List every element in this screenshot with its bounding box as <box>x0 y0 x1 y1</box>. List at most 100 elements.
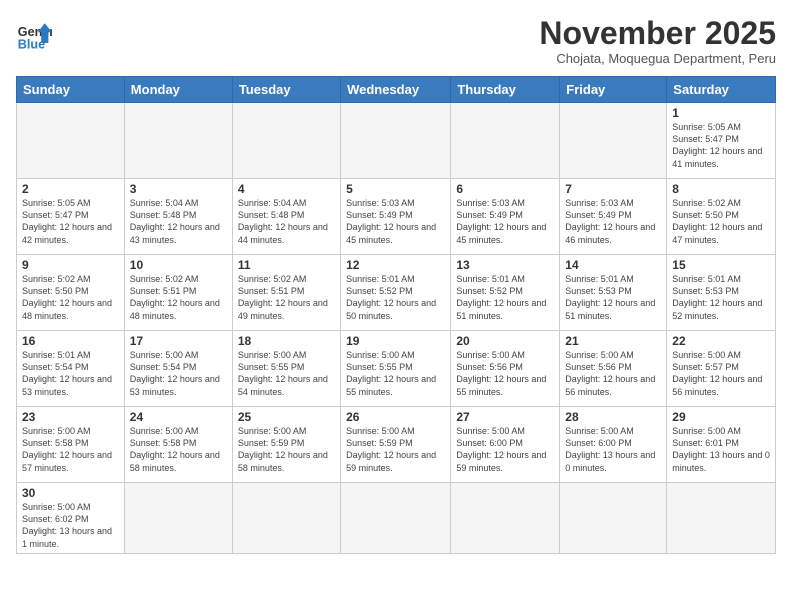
calendar-cell: 18Sunrise: 5:00 AM Sunset: 5:55 PM Dayli… <box>232 331 340 407</box>
calendar-cell: 29Sunrise: 5:00 AM Sunset: 6:01 PM Dayli… <box>667 407 776 483</box>
day-number: 3 <box>130 182 227 196</box>
day-info: Sunrise: 5:00 AM Sunset: 5:57 PM Dayligh… <box>672 349 770 398</box>
day-info: Sunrise: 5:00 AM Sunset: 6:00 PM Dayligh… <box>565 425 661 474</box>
calendar-cell <box>124 483 232 554</box>
calendar-cell: 17Sunrise: 5:00 AM Sunset: 5:54 PM Dayli… <box>124 331 232 407</box>
calendar-week-4: 23 Sunrise: 5:00 AM Sunset: 5:58 PM Dayli… <box>17 407 776 483</box>
calendar-cell: 22Sunrise: 5:00 AM Sunset: 5:57 PM Dayli… <box>667 331 776 407</box>
calendar-cell <box>232 483 340 554</box>
day-info: Sunrise: 5:01 AM Sunset: 5:52 PM Dayligh… <box>456 273 554 322</box>
day-info: Sunrise: 5:02 AM Sunset: 5:50 PM Dayligh… <box>22 273 119 322</box>
day-number: 11 <box>238 258 335 272</box>
day-info: Sunrise: 5:01 AM Sunset: 5:53 PM Dayligh… <box>672 273 770 322</box>
day-number: 21 <box>565 334 661 348</box>
calendar-cell: 15Sunrise: 5:01 AM Sunset: 5:53 PM Dayli… <box>667 255 776 331</box>
day-number: 26 <box>346 410 445 424</box>
calendar-week-5: 30Sunrise: 5:00 AM Sunset: 6:02 PM Dayli… <box>17 483 776 554</box>
day-number: 29 <box>672 410 770 424</box>
calendar-week-0: 1Sunrise: 5:05 AM Sunset: 5:47 PM Daylig… <box>17 103 776 179</box>
day-info: Sunrise: 5:00 AM Sunset: 5:59 PM Dayligh… <box>238 425 335 474</box>
calendar-header-row: SundayMondayTuesdayWednesdayThursdayFrid… <box>17 77 776 103</box>
day-number: 22 <box>672 334 770 348</box>
calendar-cell: 3Sunrise: 5:04 AM Sunset: 5:48 PM Daylig… <box>124 179 232 255</box>
day-info: Sunrise: 5:00 AM Sunset: 5:56 PM Dayligh… <box>565 349 661 398</box>
day-number: 2 <box>22 182 119 196</box>
calendar-cell: 25Sunrise: 5:00 AM Sunset: 5:59 PM Dayli… <box>232 407 340 483</box>
calendar-cell: 6Sunrise: 5:03 AM Sunset: 5:49 PM Daylig… <box>451 179 560 255</box>
calendar-cell: 28Sunrise: 5:00 AM Sunset: 6:00 PM Dayli… <box>560 407 667 483</box>
day-info: Sunrise: 5:01 AM Sunset: 5:53 PM Dayligh… <box>565 273 661 322</box>
day-number: 4 <box>238 182 335 196</box>
calendar-cell <box>451 103 560 179</box>
day-number: 15 <box>672 258 770 272</box>
calendar-cell: 19Sunrise: 5:00 AM Sunset: 5:55 PM Dayli… <box>341 331 451 407</box>
day-number: 23 <box>22 410 119 424</box>
day-number: 24 <box>130 410 227 424</box>
calendar-cell: 16Sunrise: 5:01 AM Sunset: 5:54 PM Dayli… <box>17 331 125 407</box>
day-info: Sunrise: 5:02 AM Sunset: 5:50 PM Dayligh… <box>672 197 770 246</box>
calendar-cell: 10Sunrise: 5:02 AM Sunset: 5:51 PM Dayli… <box>124 255 232 331</box>
day-info: Sunrise: 5:03 AM Sunset: 5:49 PM Dayligh… <box>565 197 661 246</box>
calendar-cell <box>560 483 667 554</box>
calendar-cell: 26Sunrise: 5:00 AM Sunset: 5:59 PM Dayli… <box>341 407 451 483</box>
calendar-cell: 12Sunrise: 5:01 AM Sunset: 5:52 PM Dayli… <box>341 255 451 331</box>
day-number: 12 <box>346 258 445 272</box>
day-info: Sunrise: 5:00 AM Sunset: 5:55 PM Dayligh… <box>346 349 445 398</box>
calendar-cell: 27Sunrise: 5:00 AM Sunset: 6:00 PM Dayli… <box>451 407 560 483</box>
calendar-cell: 23Sunrise: 5:00 AM Sunset: 5:58 PM Dayli… <box>17 407 125 483</box>
calendar-cell: 8Sunrise: 5:02 AM Sunset: 5:50 PM Daylig… <box>667 179 776 255</box>
day-number: 9 <box>22 258 119 272</box>
calendar-cell: 11Sunrise: 5:02 AM Sunset: 5:51 PM Dayli… <box>232 255 340 331</box>
day-header-friday: Friday <box>560 77 667 103</box>
calendar-cell <box>232 103 340 179</box>
calendar-cell <box>560 103 667 179</box>
day-info: Sunrise: 5:00 AM Sunset: 5:55 PM Dayligh… <box>238 349 335 398</box>
calendar-cell: 13Sunrise: 5:01 AM Sunset: 5:52 PM Dayli… <box>451 255 560 331</box>
logo: General Blue <box>16 16 52 52</box>
day-number: 13 <box>456 258 554 272</box>
day-number: 16 <box>22 334 119 348</box>
calendar-cell: 20Sunrise: 5:00 AM Sunset: 5:56 PM Dayli… <box>451 331 560 407</box>
calendar-cell <box>17 103 125 179</box>
calendar-cell <box>667 483 776 554</box>
day-number: 19 <box>346 334 445 348</box>
day-info: Sunrise: 5:05 AM Sunset: 5:47 PM Dayligh… <box>672 121 770 170</box>
day-info: Sunrise: 5:00 AM Sunset: 5:58 PM Dayligh… <box>130 425 227 474</box>
calendar-cell <box>341 103 451 179</box>
calendar-cell: 14Sunrise: 5:01 AM Sunset: 5:53 PM Dayli… <box>560 255 667 331</box>
day-info: Sunrise: 5:04 AM Sunset: 5:48 PM Dayligh… <box>130 197 227 246</box>
day-info: Sunrise: 5:03 AM Sunset: 5:49 PM Dayligh… <box>346 197 445 246</box>
day-number: 5 <box>346 182 445 196</box>
calendar-cell: 30Sunrise: 5:00 AM Sunset: 6:02 PM Dayli… <box>17 483 125 554</box>
day-info: Sunrise: 5:00 AM Sunset: 6:02 PM Dayligh… <box>22 501 119 550</box>
day-number: 25 <box>238 410 335 424</box>
day-info: Sunrise: 5:03 AM Sunset: 5:49 PM Dayligh… <box>456 197 554 246</box>
month-title: November 2025 <box>539 16 776 51</box>
calendar-cell: 7Sunrise: 5:03 AM Sunset: 5:49 PM Daylig… <box>560 179 667 255</box>
day-header-thursday: Thursday <box>451 77 560 103</box>
day-info: Sunrise: 5:04 AM Sunset: 5:48 PM Dayligh… <box>238 197 335 246</box>
calendar-cell: 21Sunrise: 5:00 AM Sunset: 5:56 PM Dayli… <box>560 331 667 407</box>
day-info: Sunrise: 5:02 AM Sunset: 5:51 PM Dayligh… <box>238 273 335 322</box>
calendar-cell <box>124 103 232 179</box>
calendar-cell: 9Sunrise: 5:02 AM Sunset: 5:50 PM Daylig… <box>17 255 125 331</box>
day-header-sunday: Sunday <box>17 77 125 103</box>
day-number: 14 <box>565 258 661 272</box>
calendar-cell: 2Sunrise: 5:05 AM Sunset: 5:47 PM Daylig… <box>17 179 125 255</box>
calendar-table: SundayMondayTuesdayWednesdayThursdayFrid… <box>16 76 776 554</box>
calendar-cell <box>451 483 560 554</box>
day-info: Sunrise: 5:00 AM Sunset: 6:00 PM Dayligh… <box>456 425 554 474</box>
day-info: Sunrise: 5:00 AM Sunset: 6:01 PM Dayligh… <box>672 425 770 474</box>
svg-text:Blue: Blue <box>18 37 45 51</box>
day-info: Sunrise: 5:00 AM Sunset: 5:59 PM Dayligh… <box>346 425 445 474</box>
day-number: 10 <box>130 258 227 272</box>
day-number: 20 <box>456 334 554 348</box>
calendar-week-3: 16Sunrise: 5:01 AM Sunset: 5:54 PM Dayli… <box>17 331 776 407</box>
day-number: 28 <box>565 410 661 424</box>
day-header-monday: Monday <box>124 77 232 103</box>
subtitle: Chojata, Moquegua Department, Peru <box>539 51 776 66</box>
day-info: Sunrise: 5:01 AM Sunset: 5:52 PM Dayligh… <box>346 273 445 322</box>
day-info: Sunrise: 5:02 AM Sunset: 5:51 PM Dayligh… <box>130 273 227 322</box>
day-number: 7 <box>565 182 661 196</box>
day-number: 30 <box>22 486 119 500</box>
